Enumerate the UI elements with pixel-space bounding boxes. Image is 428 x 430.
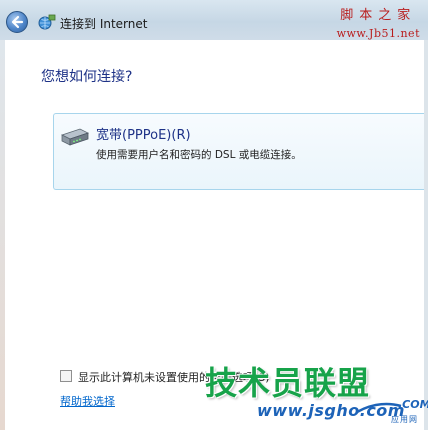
- help-me-choose-link[interactable]: 帮助我选择: [60, 393, 115, 409]
- watermark-bottom: 技术员联盟 www.jsgho.com .COM 应用网: [205, 358, 428, 430]
- network-globe-icon: [38, 14, 56, 30]
- watermark-top-line2: www.Jb51.net: [336, 27, 420, 40]
- option-description: 使用需要用户名和密码的 DSL 或电缆连接。: [96, 149, 302, 161]
- option-broadband-pppoe[interactable]: 宽带(PPPoE)(R) 使用需要用户名和密码的 DSL 或电缆连接。: [53, 113, 424, 190]
- back-arrow-icon: [11, 15, 24, 29]
- option-title: 宽带(PPPoE)(R): [96, 128, 191, 143]
- window-title: 连接到 Internet: [60, 17, 148, 31]
- show-unsetup-options-checkbox[interactable]: [60, 370, 72, 382]
- watermark-top-line1: 脚本之家: [340, 8, 417, 23]
- watermark-bottom-sub: 应用网: [391, 415, 418, 424]
- title-bar: 连接到 Internet 脚本之家 www.Jb51.net: [0, 0, 428, 40]
- watermark-bottom-url: www.jsgho.com: [257, 401, 405, 420]
- back-button[interactable]: [6, 11, 28, 33]
- modem-icon: [60, 128, 90, 146]
- page-heading: 您想如何连接?: [41, 69, 133, 85]
- watermark-bottom-com: .COM: [398, 398, 428, 411]
- watermark-bottom-title: 技术员联盟: [205, 364, 371, 402]
- watermark-top: 脚本之家 www.Jb51.net: [337, 4, 420, 40]
